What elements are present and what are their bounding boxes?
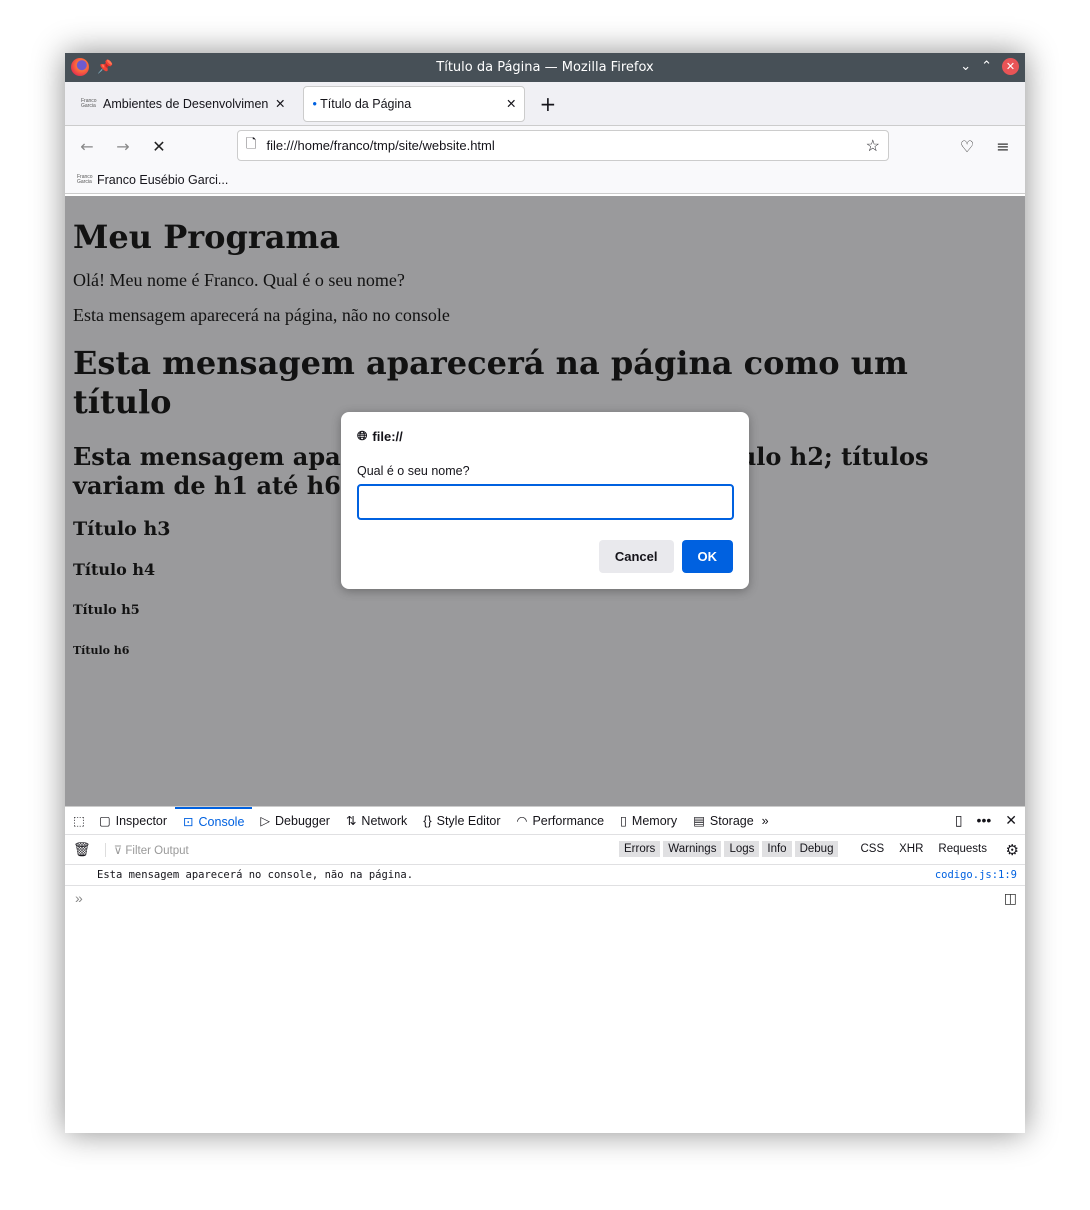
tab-console[interactable]: ⊡ Console bbox=[175, 806, 253, 835]
inspector-icon: ▢ bbox=[98, 814, 111, 828]
storage-icon: ▤ bbox=[693, 814, 705, 828]
heading-h5: Título h5 bbox=[73, 603, 140, 618]
tab-label: Inspector bbox=[115, 813, 168, 828]
tab-favicon: Franco Garcia bbox=[81, 97, 97, 109]
performance-icon: ◠ bbox=[516, 814, 528, 828]
browser-window: 📌 Título da Página — Mozilla Firefox ⌄ ⌃ ✕… bbox=[65, 53, 1025, 1133]
tab-ambientes[interactable]: Franco Garcia Ambientes de Desenvolvimen ✕ bbox=[73, 86, 293, 122]
url-text: file:///home/franco/tmp/site/website.htm… bbox=[266, 138, 495, 153]
filter-info[interactable]: Info bbox=[762, 841, 792, 857]
settings-gear-icon[interactable]: ⚙ bbox=[1006, 841, 1019, 859]
element-picker-icon[interactable]: ⬚ bbox=[73, 813, 91, 828]
paragraph: Esta mensagem aparecerá na página, não n… bbox=[73, 305, 450, 325]
filter-warnings[interactable]: Warnings bbox=[663, 841, 722, 857]
filter-requests[interactable]: Requests bbox=[932, 841, 993, 857]
devtools-panel: ⬚ ▢ Inspector ⊡ Console ▷ Debugger ⇅ Network… bbox=[65, 806, 1025, 1133]
console-input[interactable]: » ◫ bbox=[65, 886, 1025, 910]
tab-performance[interactable]: ◠ Performance bbox=[509, 807, 612, 835]
prompt-chevron-icon: » bbox=[75, 890, 83, 906]
url-bar[interactable]: 🗋 file:///home/franco/tmp/site/website.ht… bbox=[237, 130, 889, 161]
tab-titulo[interactable]: • Título da Página ✕ bbox=[303, 85, 526, 122]
tab-label: Título da Página bbox=[320, 96, 412, 111]
dock-icon[interactable]: ▯ bbox=[955, 812, 963, 829]
firefox-logo-icon bbox=[71, 58, 89, 76]
page-icon: 🗋 bbox=[246, 135, 257, 151]
minimize-icon[interactable]: ⌄ bbox=[960, 59, 971, 74]
window-title: Título da Página — Mozilla Firefox bbox=[436, 60, 654, 75]
dialog-origin: file:// bbox=[372, 428, 403, 444]
console-icon: ⊡ bbox=[183, 815, 194, 829]
globe-icon: 🌐︎ bbox=[357, 428, 368, 443]
tab-label: Console bbox=[198, 814, 245, 829]
tab-label: Storage bbox=[709, 813, 754, 828]
filter-css[interactable]: CSS bbox=[854, 841, 890, 857]
heading-h1: Esta mensagem aparecerá na página como u… bbox=[73, 344, 908, 421]
pocket-icon[interactable]: ♡ bbox=[953, 137, 981, 156]
more-options-icon[interactable]: ••• bbox=[977, 812, 992, 829]
filter-input[interactable]: ⊽ Filter Output bbox=[104, 842, 189, 857]
paragraph: Olá! Meu nome é Franco. Qual é o seu nom… bbox=[73, 270, 405, 290]
prompt-dialog: 🌐︎ file:// Qual é o seu nome? Cancel OK bbox=[341, 412, 749, 589]
cancel-button[interactable]: Cancel bbox=[598, 540, 674, 573]
tab-inspector[interactable]: ▢ Inspector bbox=[91, 807, 175, 835]
tab-label: Debugger bbox=[275, 813, 330, 828]
new-tab-icon[interactable]: + bbox=[539, 92, 556, 116]
trash-icon[interactable]: 🗑︎ bbox=[73, 841, 91, 858]
debugger-icon: ▷ bbox=[260, 814, 271, 828]
tab-debugger[interactable]: ▷ Debugger bbox=[252, 807, 338, 835]
bookmark-item[interactable]: Franco Eusébio Garci... bbox=[97, 173, 228, 187]
bookmarks-bar: Franco Garcia Franco Eusébio Garci... bbox=[65, 166, 1025, 194]
bookmark-favicon: Franco Garcia bbox=[77, 173, 93, 185]
menu-icon[interactable]: ≡ bbox=[989, 137, 1017, 156]
bookmark-star-icon[interactable]: ☆ bbox=[866, 136, 880, 156]
tab-memory[interactable]: ▯ Memory bbox=[612, 807, 685, 835]
close-window-icon[interactable]: ✕ bbox=[1002, 58, 1019, 75]
more-tabs-icon[interactable]: » bbox=[762, 814, 769, 828]
close-tab-icon[interactable]: ✕ bbox=[275, 96, 285, 111]
tab-label: Style Editor bbox=[436, 813, 501, 828]
tab-label: Memory bbox=[631, 813, 678, 828]
console-message: Esta mensagem aparecerá no console, não … bbox=[65, 865, 1025, 886]
filter-logs[interactable]: Logs bbox=[724, 841, 760, 857]
pin-icon[interactable]: 📌 bbox=[97, 60, 113, 75]
editor-mode-icon[interactable]: ◫ bbox=[1004, 890, 1017, 907]
ok-button[interactable]: OK bbox=[681, 540, 733, 573]
tab-style-editor[interactable]: {} Style Editor bbox=[415, 807, 508, 835]
heading-h6: Título h6 bbox=[73, 644, 130, 657]
message-text: Esta mensagem aparecerá no console, não … bbox=[97, 869, 414, 881]
filter-placeholder: Filter Output bbox=[125, 844, 189, 857]
tab-label: Ambientes de Desenvolvimen bbox=[103, 96, 269, 111]
filter-errors[interactable]: Errors bbox=[618, 841, 661, 857]
tab-bar: Franco Garcia Ambientes de Desenvolvimen ✕ … bbox=[65, 82, 1025, 126]
style-editor-icon: {} bbox=[423, 813, 432, 828]
stop-icon[interactable]: ✕ bbox=[145, 137, 173, 156]
message-source-link[interactable]: codigo.js:1:9 bbox=[935, 869, 1017, 881]
dialog-question: Qual é o seu nome? bbox=[357, 464, 470, 478]
tab-label: Network bbox=[361, 813, 408, 828]
close-devtools-icon[interactable]: ✕ bbox=[1005, 812, 1017, 829]
back-icon[interactable]: ← bbox=[73, 137, 101, 156]
tab-label: Performance bbox=[532, 813, 605, 828]
maximize-icon[interactable]: ⌃ bbox=[981, 59, 992, 74]
tab-network[interactable]: ⇅ Network bbox=[338, 807, 415, 835]
tab-storage[interactable]: ▤ Storage bbox=[685, 807, 762, 835]
filter-xhr[interactable]: XHR bbox=[893, 841, 929, 857]
heading-h1: Meu Programa bbox=[73, 218, 341, 256]
close-tab-icon[interactable]: ✕ bbox=[506, 96, 516, 111]
network-icon: ⇅ bbox=[345, 814, 357, 828]
filter-debug[interactable]: Debug bbox=[794, 841, 839, 857]
memory-icon: ▯ bbox=[620, 814, 627, 828]
name-input[interactable] bbox=[357, 484, 734, 520]
title-bar: 📌 Título da Página — Mozilla Firefox ⌄ ⌃ ✕ bbox=[65, 53, 1025, 82]
forward-icon[interactable]: → bbox=[109, 137, 137, 156]
